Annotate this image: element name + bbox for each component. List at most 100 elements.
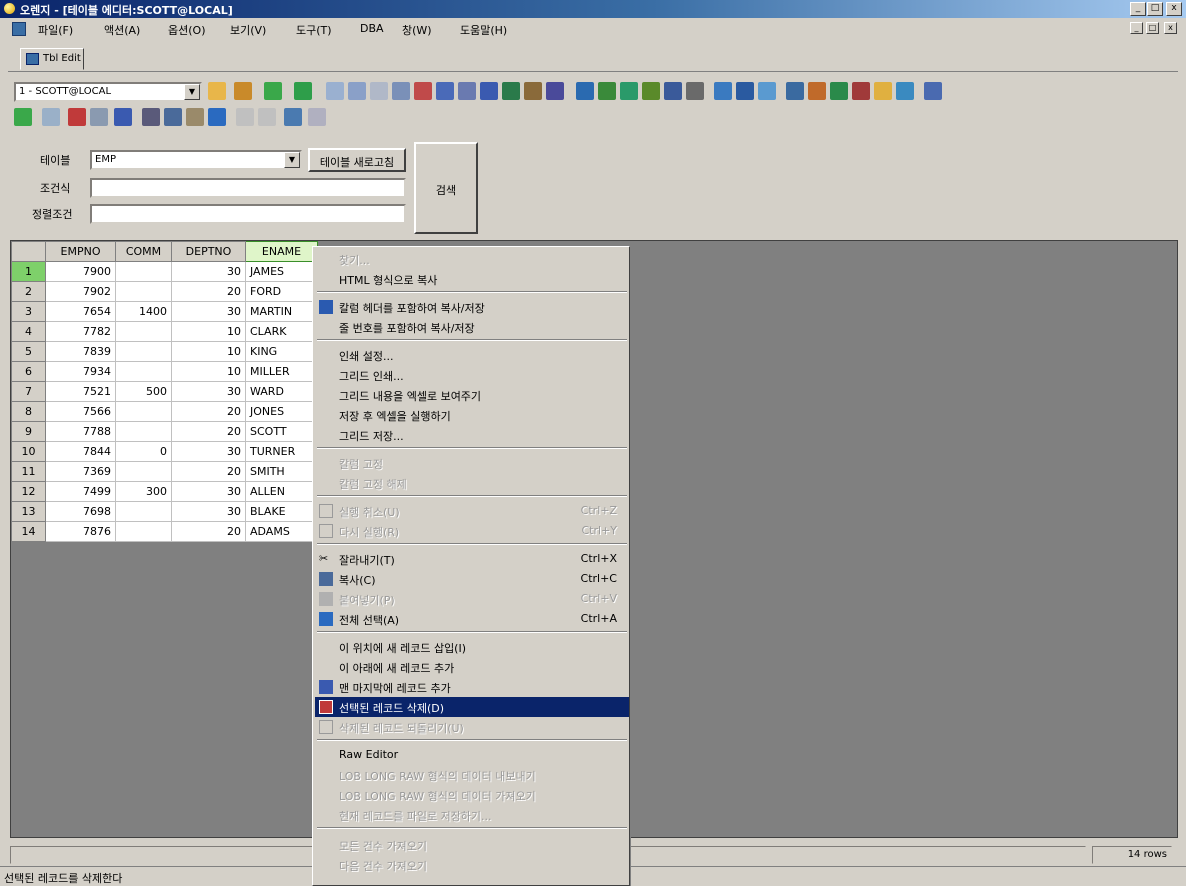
cell-deptno[interactable]: 20 [171, 521, 246, 542]
menu-dba[interactable]: DBA [360, 22, 384, 35]
row-number[interactable]: 11 [11, 461, 46, 482]
cell-comm[interactable] [115, 461, 172, 482]
print-icon[interactable] [42, 108, 60, 126]
tool-e-icon[interactable] [664, 82, 682, 100]
cell-deptno[interactable]: 20 [171, 421, 246, 442]
cell-empno[interactable]: 7839 [45, 341, 116, 362]
close-button[interactable]: x [1166, 2, 1182, 16]
cell-empno[interactable]: 7900 [45, 261, 116, 282]
table-row[interactable]: 11 7369 20 SMITH [11, 461, 318, 482]
cell-empno[interactable]: 7934 [45, 361, 116, 382]
connect-icon[interactable] [208, 82, 226, 100]
mdi-minimize-button[interactable]: _ [1130, 22, 1143, 34]
data-grid[interactable]: EMPNO COMM DEPTNO ENAME 1 7900 30 JAMES 2 79… [11, 241, 318, 542]
tool-m-icon[interactable] [852, 82, 870, 100]
tool-h-icon[interactable] [736, 82, 754, 100]
menu-item-raw-editor[interactable]: Raw Editor [315, 745, 629, 765]
menu-tools[interactable]: 도구(T) [296, 22, 332, 38]
cell-deptno[interactable]: 30 [171, 441, 246, 462]
disconnect-icon[interactable] [234, 82, 252, 100]
cell-ename[interactable]: BLAKE [245, 501, 318, 522]
row-number[interactable]: 2 [11, 281, 46, 302]
menu-item-save-and-open-excel[interactable]: 저장 후 엑셀을 실행하기 [315, 405, 629, 425]
sql-editor-icon[interactable] [326, 82, 344, 100]
report-icon[interactable] [524, 82, 542, 100]
redo-tool-icon[interactable] [258, 108, 276, 126]
query-builder-icon[interactable] [370, 82, 388, 100]
analyze-icon[interactable] [546, 82, 564, 100]
table-row[interactable]: 10 7844 0 30 TURNER [11, 441, 318, 462]
minimize-button[interactable]: _ [1130, 2, 1146, 16]
mdi-restore-button[interactable]: □ [1146, 22, 1159, 34]
cell-ename[interactable]: SCOTT [245, 421, 318, 442]
table-select[interactable]: EMP ▼ [90, 150, 302, 170]
cell-ename[interactable]: SMITH [245, 461, 318, 482]
cell-ename[interactable]: MARTIN [245, 301, 318, 322]
cell-deptno[interactable]: 30 [171, 501, 246, 522]
cell-ename[interactable]: JONES [245, 401, 318, 422]
cell-empno[interactable]: 7521 [45, 381, 116, 402]
maximize-button[interactable]: □ [1147, 2, 1163, 16]
connection-select[interactable]: 1 - SCOTT@LOCAL ▼ [14, 82, 202, 102]
table-row[interactable]: 8 7566 20 JONES [11, 401, 318, 422]
table-row[interactable]: 12 7499 300 30 ALLEN [11, 481, 318, 502]
menu-item-find[interactable]: 찾기... [315, 249, 629, 269]
tool-g-icon[interactable] [714, 82, 732, 100]
column-header-deptno[interactable]: DEPTNO [171, 241, 246, 262]
tool-f-icon[interactable] [686, 82, 704, 100]
cell-ename[interactable]: TURNER [245, 441, 318, 462]
search-button[interactable]: 검색 [414, 142, 478, 234]
menu-item-save-record-to-file[interactable]: 현재 레코드를 파일로 저장하기... [315, 805, 629, 825]
cell-ename[interactable]: MILLER [245, 361, 318, 382]
row-number[interactable]: 8 [11, 401, 46, 422]
cell-deptno[interactable]: 30 [171, 301, 246, 322]
menu-item-cut[interactable]: ✂ 잘라내기(T) Ctrl+X [315, 549, 629, 569]
column-header-empno[interactable]: EMPNO [45, 241, 116, 262]
cell-deptno[interactable]: 20 [171, 461, 246, 482]
menu-item-append-record[interactable]: 맨 마지막에 레코드 추가 [315, 677, 629, 697]
chevron-down-icon[interactable]: ▼ [284, 152, 300, 168]
chevron-down-icon[interactable]: ▼ [184, 84, 200, 100]
tool-l-icon[interactable] [830, 82, 848, 100]
menu-item-freeze-column[interactable]: 칼럼 고정 [315, 453, 629, 473]
cell-ename[interactable]: CLARK [245, 321, 318, 342]
menu-item-show-in-excel[interactable]: 그리드 내용을 엑셀로 보여주기 [315, 385, 629, 405]
insert-row-icon[interactable] [90, 108, 108, 126]
menu-item-undo[interactable]: 실행 취소(U) Ctrl+Z [315, 501, 629, 521]
cell-empno[interactable]: 7499 [45, 481, 116, 502]
tool-d-icon[interactable] [642, 82, 660, 100]
delete-row-icon[interactable] [68, 108, 86, 126]
cell-ename[interactable]: ADAMS [245, 521, 318, 542]
session-icon[interactable] [480, 82, 498, 100]
undo-tool-icon[interactable] [236, 108, 254, 126]
cut-tool-icon[interactable] [142, 108, 160, 126]
row-number[interactable]: 13 [11, 501, 46, 522]
cell-comm[interactable] [115, 281, 172, 302]
table-row[interactable]: 5 7839 10 KING [11, 341, 318, 362]
cell-comm[interactable] [115, 421, 172, 442]
cell-comm[interactable]: 1400 [115, 301, 172, 322]
cell-comm[interactable] [115, 261, 172, 282]
row-number[interactable]: 10 [11, 441, 46, 462]
cell-deptno[interactable]: 10 [171, 361, 246, 382]
table-row[interactable]: 7 7521 500 30 WARD [11, 381, 318, 402]
table-row[interactable]: 3 7654 1400 30 MARTIN [11, 301, 318, 322]
tool-b-icon[interactable] [598, 82, 616, 100]
design-icon[interactable] [436, 82, 454, 100]
cell-ename[interactable]: JAMES [245, 261, 318, 282]
menu-item-undelete-record[interactable]: 삭제된 레코드 되돌리기(U) [315, 717, 629, 737]
row-number[interactable]: 9 [11, 421, 46, 442]
save-tool-icon[interactable] [284, 108, 302, 126]
refresh-icon[interactable] [14, 108, 32, 126]
row-number[interactable]: 3 [11, 301, 46, 322]
cell-empno[interactable]: 7902 [45, 281, 116, 302]
cell-empno[interactable]: 7788 [45, 421, 116, 442]
table-row[interactable]: 13 7698 30 BLAKE [11, 501, 318, 522]
menu-item-paste[interactable]: 붙여넣기(P) Ctrl+V [315, 589, 629, 609]
cell-deptno[interactable]: 30 [171, 261, 246, 282]
tab-table-editor[interactable]: Tbl Edit [20, 48, 84, 70]
menu-help[interactable]: 도움말(H) [460, 22, 507, 38]
sort-input[interactable] [90, 204, 406, 224]
tool-o-icon[interactable] [924, 82, 942, 100]
column-header-comm[interactable]: COMM [115, 241, 172, 262]
